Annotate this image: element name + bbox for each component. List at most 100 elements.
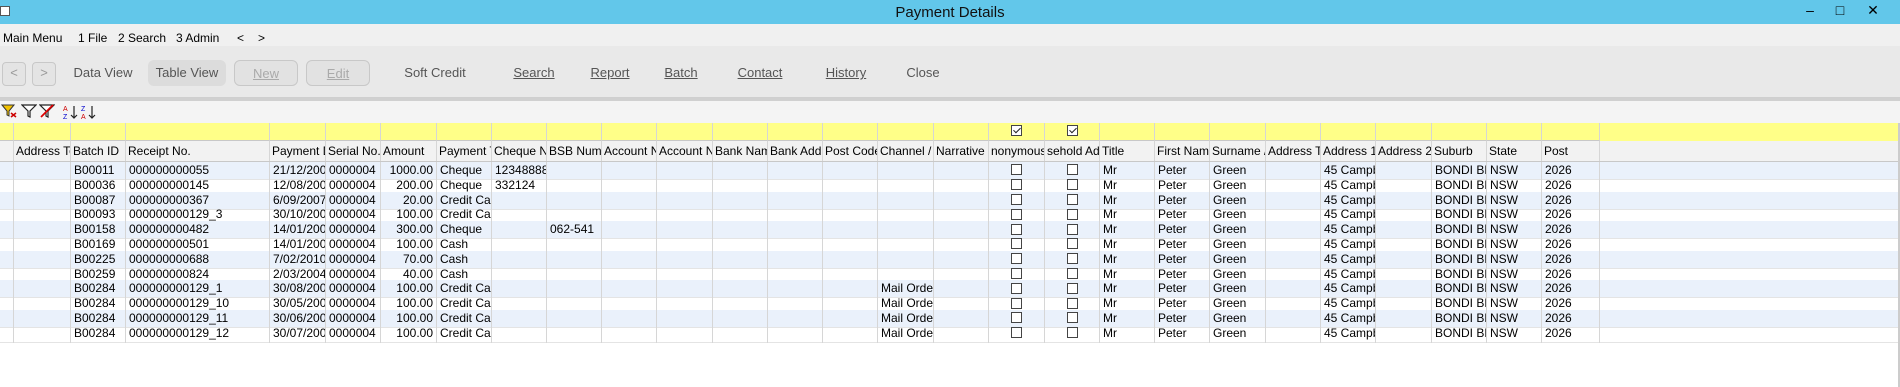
table-row[interactable]: B00284000000000129_1230/07/2008000000410… — [0, 324, 1900, 343]
column-header[interactable]: Payment T — [437, 141, 492, 161]
filter-cell[interactable] — [1542, 123, 1600, 141]
previous-record-button[interactable]: < — [2, 62, 26, 86]
column-header[interactable]: Suburb — [1432, 141, 1487, 161]
sort-ascending-icon[interactable]: AZ — [62, 104, 80, 121]
sort-descending-icon[interactable]: ZA — [80, 104, 98, 121]
filter-cell[interactable] — [1376, 123, 1432, 141]
filter-cell[interactable] — [1045, 123, 1100, 141]
filter-cell[interactable] — [381, 123, 437, 141]
filter-icon[interactable] — [20, 104, 38, 120]
filter-cell[interactable] — [768, 123, 823, 141]
filter-cell[interactable] — [14, 123, 71, 141]
anonymous-checkbox[interactable] — [1011, 164, 1022, 176]
household-checkbox[interactable] — [1066, 312, 1078, 324]
household-checkbox[interactable] — [1066, 297, 1078, 309]
menu-admin[interactable]: 3 Admin — [176, 31, 219, 45]
filter-cell[interactable] — [326, 123, 381, 141]
filter-cell[interactable] — [934, 123, 989, 141]
anonymous-checkbox[interactable] — [1011, 312, 1022, 324]
household-checkbox[interactable] — [1066, 282, 1078, 294]
anonymous-checkbox[interactable] — [1011, 282, 1022, 294]
history-button[interactable]: History — [816, 60, 876, 86]
new-button[interactable]: New — [234, 60, 298, 86]
search-button[interactable]: Search — [506, 60, 562, 86]
column-header[interactable]: Serial No. — [326, 141, 381, 161]
column-header[interactable]: nonymous — [989, 141, 1045, 161]
anonymous-checkbox[interactable] — [1011, 267, 1022, 279]
report-button[interactable]: Report — [582, 60, 638, 86]
column-header[interactable]: Batch ID — [71, 141, 126, 161]
anonymous-checkbox[interactable] — [1011, 253, 1022, 265]
column-header[interactable]: Amount — [381, 141, 437, 161]
anonymous-checkbox[interactable] — [1011, 208, 1022, 220]
column-header[interactable]: First Name — [1155, 141, 1210, 161]
column-header[interactable]: Post — [1542, 141, 1600, 161]
column-header[interactable]: Payment D — [270, 141, 326, 161]
filter-clear-icon[interactable] — [0, 104, 18, 120]
edit-button[interactable]: Edit — [306, 60, 370, 86]
household-checkbox[interactable] — [1066, 179, 1078, 191]
menu-forward-arrow[interactable]: > — [258, 31, 265, 45]
column-header[interactable]: Channel / I — [878, 141, 934, 161]
filter-cell[interactable] — [1210, 123, 1266, 141]
minimize-button[interactable]: – — [1799, 2, 1821, 20]
table-cell[interactable] — [989, 324, 1045, 343]
column-header[interactable]: Post Code — [823, 141, 878, 161]
household-filter-checkbox[interactable] — [1066, 125, 1078, 137]
household-checkbox[interactable] — [1066, 238, 1078, 250]
anonymous-checkbox[interactable] — [1011, 297, 1022, 309]
filter-cell[interactable] — [1321, 123, 1376, 141]
menu-search[interactable]: 2 Search — [118, 31, 166, 45]
filter-cell[interactable] — [989, 123, 1045, 141]
next-record-button[interactable]: > — [32, 62, 56, 86]
column-header[interactable]: Bank Nam — [713, 141, 768, 161]
column-header[interactable]: sehold Ad — [1045, 141, 1100, 161]
filter-cell[interactable] — [823, 123, 878, 141]
household-checkbox[interactable] — [1066, 223, 1078, 235]
filter-cell[interactable] — [713, 123, 768, 141]
filter-cell[interactable] — [1432, 123, 1487, 141]
table-view-button[interactable]: Table View — [148, 60, 226, 86]
column-header[interactable]: Address 2 — [1376, 141, 1432, 161]
household-checkbox[interactable] — [1066, 208, 1078, 220]
household-checkbox[interactable] — [1066, 164, 1078, 176]
data-view-button[interactable]: Data View — [68, 60, 138, 86]
filter-cell[interactable] — [1155, 123, 1210, 141]
menu-file[interactable]: 1 File — [78, 31, 107, 45]
filter-cell[interactable] — [71, 123, 126, 141]
anonymous-checkbox[interactable] — [1011, 179, 1022, 191]
filter-cell[interactable] — [492, 123, 547, 141]
batch-button[interactable]: Batch — [656, 60, 706, 86]
column-header[interactable]: Title — [1100, 141, 1155, 161]
filter-remove-icon[interactable] — [38, 104, 56, 120]
column-header[interactable]: Address To — [14, 141, 71, 161]
anonymous-checkbox[interactable] — [1011, 193, 1022, 205]
filter-cell[interactable] — [437, 123, 492, 141]
household-checkbox[interactable] — [1066, 193, 1078, 205]
contact-button[interactable]: Contact — [728, 60, 792, 86]
column-header[interactable]: Account N — [602, 141, 657, 161]
filter-cell[interactable] — [126, 123, 270, 141]
filter-cell[interactable] — [1100, 123, 1155, 141]
filter-cell[interactable] — [1487, 123, 1542, 141]
anonymous-checkbox[interactable] — [1011, 327, 1022, 339]
menu-back-arrow[interactable]: < — [237, 31, 244, 45]
filter-cell[interactable] — [602, 123, 657, 141]
household-checkbox[interactable] — [1066, 327, 1078, 339]
column-header[interactable]: Bank Addr — [768, 141, 823, 161]
anonymous-checkbox[interactable] — [1011, 238, 1022, 250]
table-cell[interactable] — [1045, 324, 1100, 343]
filter-cell[interactable] — [657, 123, 713, 141]
filter-cell[interactable] — [1266, 123, 1321, 141]
column-header[interactable]: BSB Numb — [547, 141, 602, 161]
column-header[interactable]: Narrative — [934, 141, 989, 161]
household-checkbox[interactable] — [1066, 253, 1078, 265]
filter-cell[interactable] — [547, 123, 602, 141]
maximize-button[interactable]: □ — [1829, 2, 1851, 20]
anonymous-checkbox[interactable] — [1011, 223, 1022, 235]
column-header[interactable]: Receipt No. — [126, 141, 270, 161]
column-header[interactable]: Surname / — [1210, 141, 1266, 161]
filter-cell[interactable] — [878, 123, 934, 141]
row-selector[interactable] — [0, 324, 14, 343]
column-header[interactable]: Address Ty — [1266, 141, 1321, 161]
